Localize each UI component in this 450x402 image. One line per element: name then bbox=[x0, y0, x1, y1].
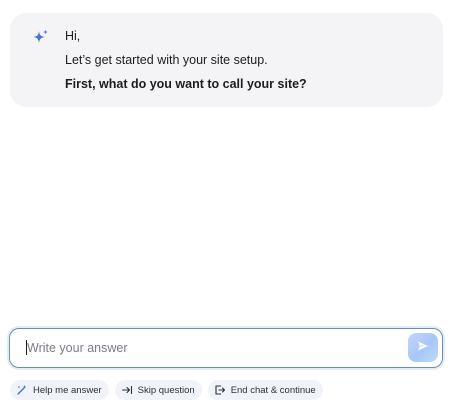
exit-icon bbox=[215, 385, 225, 395]
skip-question-button[interactable]: Skip question bbox=[114, 380, 202, 400]
message-greeting: Hi, bbox=[65, 29, 81, 43]
assistant-message: Hi, Let’s get started with your site set… bbox=[10, 13, 443, 107]
answer-composer bbox=[9, 328, 443, 368]
help-me-answer-button[interactable]: Help me answer bbox=[10, 380, 109, 400]
quick-actions: Help me answer Skip question End chat & … bbox=[10, 380, 323, 400]
skip-question-label: Skip question bbox=[137, 384, 195, 396]
send-button[interactable] bbox=[408, 333, 438, 362]
message-text: Hi, Let’s get started with your site set… bbox=[65, 29, 431, 92]
help-me-answer-label: Help me answer bbox=[33, 384, 102, 396]
message-question: First, what do you want to call your sit… bbox=[65, 77, 307, 91]
send-arrow-icon bbox=[417, 339, 429, 357]
skip-arrow-icon bbox=[121, 385, 132, 395]
end-chat-label: End chat & continue bbox=[230, 384, 316, 396]
end-chat-button[interactable]: End chat & continue bbox=[207, 380, 323, 400]
sparkle-icon bbox=[30, 28, 50, 48]
message-intro: Let’s get started with your site setup. bbox=[65, 53, 268, 67]
answer-input[interactable] bbox=[27, 329, 387, 366]
text-caret bbox=[26, 340, 27, 355]
magic-wand-icon bbox=[17, 385, 27, 395]
chat-page: Hi, Let’s get started with your site set… bbox=[0, 0, 450, 402]
